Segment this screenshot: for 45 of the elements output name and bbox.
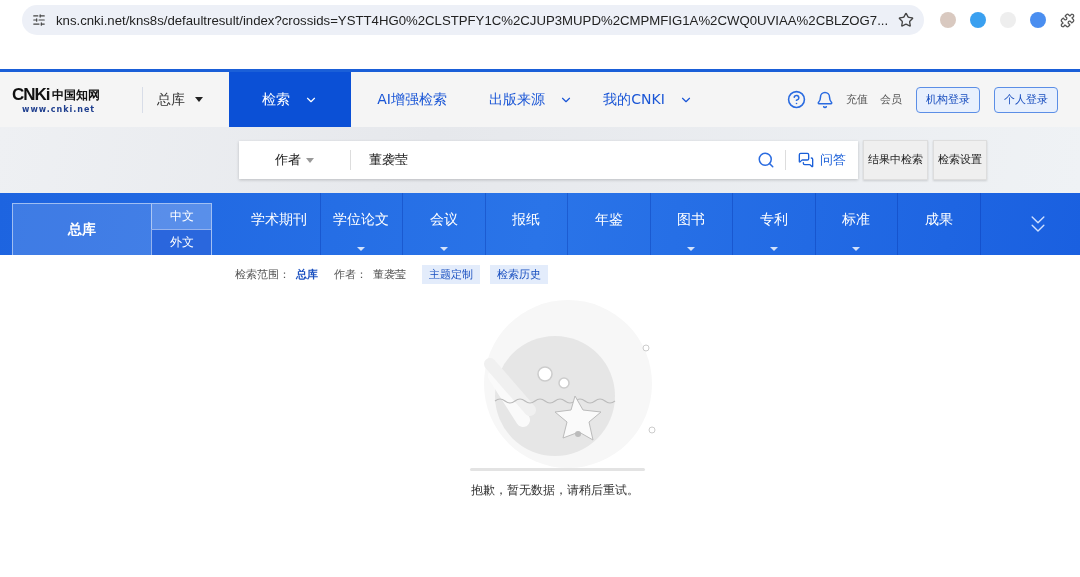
site-logo[interactable]: CNKi中国知网 www.cnki.net <box>12 85 124 114</box>
language-tab[interactable]: 中文 <box>151 204 211 229</box>
login-button[interactable]: 机构登录 <box>916 86 980 113</box>
search-option-button[interactable]: 结果中检索 <box>863 140 928 180</box>
help-icon[interactable] <box>787 90 806 109</box>
category-tab[interactable]: 学术期刊 <box>238 193 321 255</box>
site-settings-icon[interactable] <box>32 13 46 27</box>
address-bar[interactable]: kns.cnki.net/kns8s/defaultresult/index?crossids=YSTT4HG0%2CLSTPFY1C%2CJUP3MUPD%2CMPMFIG1A%2CWQ0UVIAA%2CBLZOG7... <box>22 5 925 35</box>
filter-tag-button[interactable]: 主题定制 <box>422 265 480 284</box>
database-dropdown[interactable]: 总库 <box>157 90 229 109</box>
search-field-dropdown[interactable]: 作者 <box>239 150 351 170</box>
category-tab[interactable]: 标准 <box>815 193 898 255</box>
category-tab[interactable]: 图书 <box>650 193 733 255</box>
nav-tab[interactable]: AI增强检索 <box>351 72 473 127</box>
header-link[interactable]: 会员 <box>880 92 902 107</box>
notification-bell-icon[interactable] <box>816 90 834 109</box>
empty-message: 抱歉，暂无数据，请稍后重试。 <box>471 482 639 499</box>
chat-bubbles-icon <box>798 152 814 168</box>
extension-icon[interactable] <box>1030 12 1047 28</box>
category-tab[interactable]: 成果 <box>898 193 981 255</box>
filter-tag-button[interactable]: 检索历史 <box>490 265 548 284</box>
author-value: 董袭莹 <box>373 267 406 282</box>
scope-label: 检索范围： <box>235 267 290 282</box>
search-icon[interactable] <box>757 151 775 169</box>
extensions-icon[interactable] <box>1060 12 1076 28</box>
nav-tab[interactable]: 检索 <box>229 72 351 127</box>
url-text: kns.cnki.net/kns8s/defaultresult/index?crossids=YSTT4HG0%2CLSTPFY1C%2CJUP3MUPD%2CMPMFIG1A%2CWQ0UVIAA%2CBLZOG7... <box>56 12 889 28</box>
header-link[interactable]: 充值 <box>846 92 868 107</box>
category-tab[interactable]: 专利 <box>733 193 816 255</box>
category-tab[interactable]: 年鉴 <box>568 193 651 255</box>
search-option-button[interactable]: 检索设置 <box>933 140 987 180</box>
database-label[interactable]: 总库 <box>13 204 151 255</box>
nav-tab[interactable]: 出版来源 <box>473 72 588 127</box>
nav-tab[interactable]: 我的CNKI <box>588 72 708 127</box>
category-tab[interactable]: 学位论文 <box>320 193 403 255</box>
category-tab[interactable]: 报纸 <box>485 193 568 255</box>
bookmark-star-icon[interactable] <box>898 12 915 28</box>
search-field[interactable]: 作者 董袭莹 问答 <box>239 141 858 179</box>
scope-value: 总库 <box>296 267 318 282</box>
login-button[interactable]: 个人登录 <box>994 86 1058 113</box>
author-label: 作者： <box>334 267 367 282</box>
qa-button[interactable]: 问答 <box>785 150 858 170</box>
language-tab[interactable]: 外文 <box>151 229 211 255</box>
category-tab[interactable]: 会议 <box>403 193 486 255</box>
extension-icon[interactable] <box>970 12 987 28</box>
